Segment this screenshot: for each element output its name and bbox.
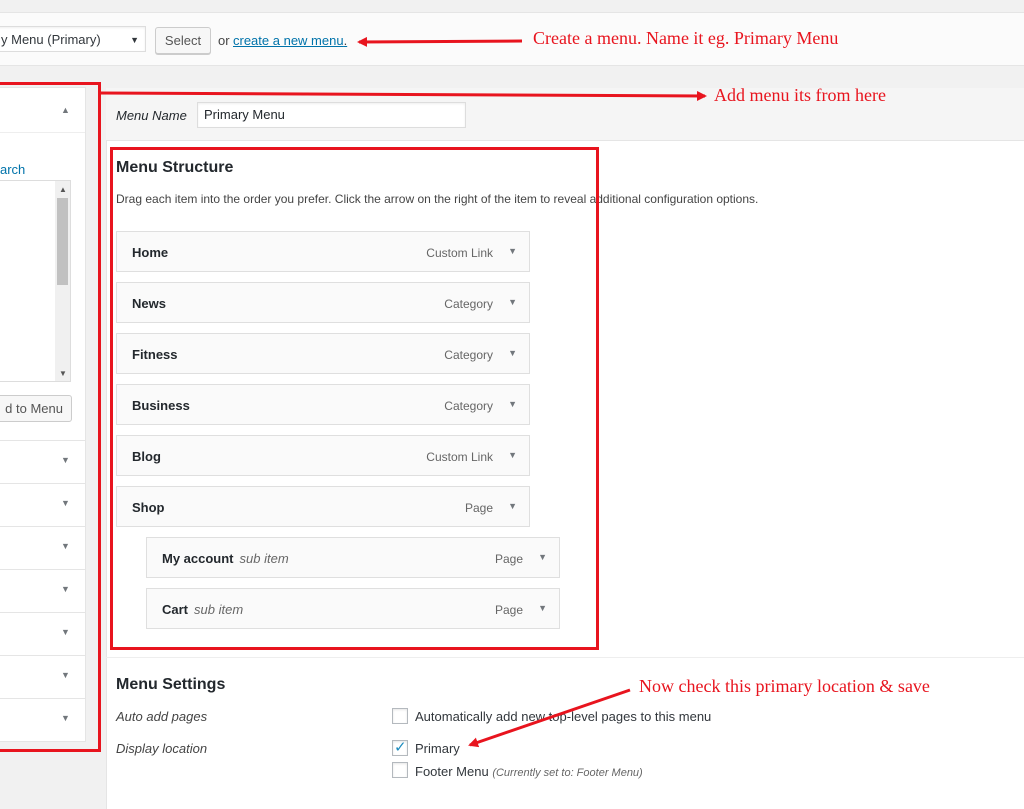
annotation-add-items: Add menu its from here bbox=[714, 85, 886, 105]
arrow-to-primary-checkbox bbox=[468, 688, 631, 748]
arrow-to-create-link bbox=[357, 36, 523, 47]
arrow-from-left-panel bbox=[97, 90, 707, 101]
annotation-create-menu: Create a menu. Name it eg. Primary Menu bbox=[533, 28, 839, 48]
annotation-check-location: Now check this primary location & save bbox=[639, 676, 930, 696]
